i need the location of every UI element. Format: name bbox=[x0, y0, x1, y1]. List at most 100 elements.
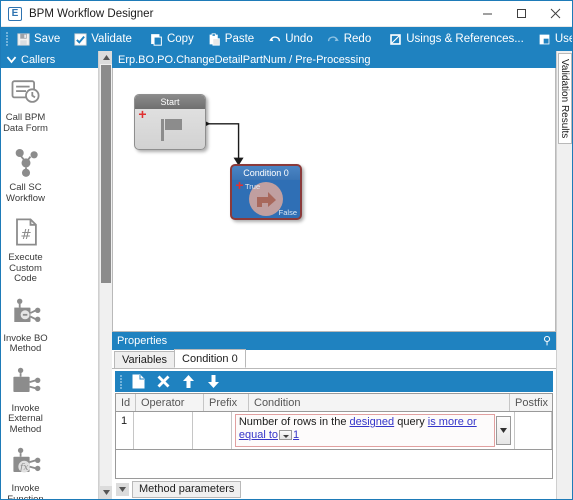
condition-link-value[interactable]: 1 bbox=[293, 429, 299, 441]
designer-center: Erp.BO.PO.ChangeDetailPartNum / Pre-Proc… bbox=[112, 51, 556, 499]
properties-tabs: Variables Condition 0 bbox=[112, 349, 556, 369]
properties-toolbar bbox=[115, 371, 553, 392]
svg-text:#: # bbox=[20, 227, 31, 243]
chevron-down-icon bbox=[6, 56, 17, 64]
palette-group-callers-body: Call BPM Data Form Call SC Workflow # Ex… bbox=[1, 68, 98, 499]
cell-condition-editor[interactable]: Number of rows in the designed query is … bbox=[232, 412, 516, 449]
palette-item-call-sc-workflow[interactable]: Call SC Workflow bbox=[1, 138, 50, 208]
scroll-down-icon[interactable] bbox=[116, 482, 129, 496]
node-add-badge[interactable]: + bbox=[137, 107, 148, 121]
pin-icon[interactable]: ⚲ bbox=[543, 335, 551, 347]
validate-label: Validate bbox=[91, 33, 132, 45]
grid-empty-area bbox=[116, 450, 552, 478]
node-add-badge[interactable]: + bbox=[234, 178, 245, 192]
scroll-up-arrow-icon[interactable] bbox=[100, 51, 112, 64]
validation-results-strip: Validation Results bbox=[556, 51, 572, 499]
scroll-down-arrow-icon[interactable] bbox=[100, 486, 112, 499]
palette-item-call-bpm-data-form[interactable]: Call BPM Data Form bbox=[1, 68, 50, 138]
condition-text-2: query bbox=[394, 416, 428, 428]
custom-code-icon: # bbox=[15, 218, 37, 246]
tab-condition-0[interactable]: Condition 0 bbox=[174, 349, 246, 368]
undo-button[interactable]: Undo bbox=[261, 27, 320, 51]
cell-prefix[interactable] bbox=[193, 412, 232, 449]
condition-operator-dropdown-icon[interactable] bbox=[279, 430, 292, 441]
tab-method-parameters-label: Method parameters bbox=[139, 483, 235, 495]
node-condition-0[interactable]: Condition 0 + True False bbox=[230, 164, 302, 220]
copy-button[interactable]: Copy bbox=[143, 27, 201, 51]
paste-icon bbox=[209, 32, 220, 46]
copy-icon bbox=[151, 33, 162, 46]
move-up-icon bbox=[183, 375, 194, 388]
palette-item-label: Invoke External Method bbox=[8, 402, 43, 435]
save-label: Save bbox=[34, 33, 61, 45]
new-row-button[interactable] bbox=[126, 371, 151, 392]
palette-item-label: Call BPM Data Form bbox=[3, 112, 48, 134]
condition-expression[interactable]: Number of rows in the designed query is … bbox=[234, 414, 496, 447]
column-header-id[interactable]: Id bbox=[116, 394, 136, 411]
delete-row-button[interactable] bbox=[151, 371, 176, 392]
workflow-canvas[interactable]: Start + Condition 0 + True False bbox=[112, 68, 556, 332]
cell-id: 1 bbox=[116, 412, 134, 449]
palette-item-label: Call SC Workflow bbox=[6, 182, 45, 204]
tab-validation-results[interactable]: Validation Results bbox=[557, 53, 572, 145]
use-extensions-button[interactable]: Use extensions bbox=[531, 27, 572, 51]
cell-operator[interactable] bbox=[134, 412, 193, 449]
window-title: BPM Workflow Designer bbox=[29, 7, 154, 20]
palette-scrollbar[interactable] bbox=[99, 51, 112, 499]
palette-item-invoke-function[interactable]: fx Invoke Function bbox=[1, 439, 50, 499]
column-header-operator[interactable]: Operator bbox=[136, 394, 204, 411]
condition-link-designed[interactable]: designed bbox=[350, 416, 395, 428]
redo-button[interactable]: Redo bbox=[320, 27, 379, 51]
grid-header-row: Id Operator Prefix Condition Postfix bbox=[116, 394, 552, 412]
usings-references-label: Usings & References... bbox=[406, 33, 524, 45]
palette-item-label: Invoke Function bbox=[7, 483, 44, 499]
tab-variables-label: Variables bbox=[122, 354, 168, 366]
undo-label: Undo bbox=[285, 33, 313, 45]
palette-item-invoke-external-method[interactable]: Invoke External Method bbox=[1, 359, 50, 440]
bpm-workflow-designer-window: E BPM Workflow Designer Save Validate Co… bbox=[0, 0, 573, 500]
app-logo-icon: E bbox=[8, 6, 22, 21]
palette-item-invoke-bo-method[interactable]: Invoke BO Method bbox=[1, 289, 50, 359]
palette-group-callers-label: Callers bbox=[21, 53, 56, 66]
column-header-prefix[interactable]: Prefix bbox=[204, 394, 249, 411]
tab-method-parameters[interactable]: Method parameters bbox=[132, 480, 242, 498]
node-start-body: + bbox=[135, 107, 205, 149]
minimize-icon[interactable] bbox=[470, 1, 504, 27]
table-row[interactable]: 1 Number of rows in the designed query i… bbox=[116, 412, 552, 450]
paste-button[interactable]: Paste bbox=[201, 27, 261, 51]
invoke-bo-method-icon bbox=[13, 298, 40, 322]
workflow-nodes-icon bbox=[15, 148, 38, 177]
cell-postfix[interactable] bbox=[515, 412, 552, 449]
data-form-icon bbox=[11, 80, 39, 103]
tab-validation-results-label: Validation Results bbox=[559, 59, 570, 139]
branch-true-label: True bbox=[245, 182, 261, 191]
chevron-down-icon bbox=[500, 428, 508, 433]
properties-toolbar-grip[interactable] bbox=[118, 374, 124, 390]
toolbar-grip[interactable] bbox=[4, 31, 8, 47]
move-up-button[interactable] bbox=[176, 371, 201, 392]
node-start[interactable]: Start + bbox=[134, 94, 206, 150]
palette-item-execute-custom-code[interactable]: # Execute Custom Code bbox=[1, 208, 50, 289]
tab-condition-0-label: Condition 0 bbox=[182, 352, 238, 365]
usings-references-icon bbox=[390, 33, 401, 45]
save-button[interactable]: Save bbox=[10, 27, 67, 51]
paste-label: Paste bbox=[224, 33, 255, 45]
validate-button[interactable]: Validate bbox=[67, 27, 139, 51]
properties-title: Properties bbox=[117, 335, 168, 347]
palette-group-callers[interactable]: Callers bbox=[1, 51, 98, 68]
usings-references-button[interactable]: Usings & References... bbox=[382, 27, 531, 51]
move-down-button[interactable] bbox=[201, 371, 226, 392]
column-header-postfix[interactable]: Postfix bbox=[510, 394, 552, 411]
maximize-icon[interactable] bbox=[504, 1, 538, 27]
use-extensions-icon bbox=[539, 34, 550, 44]
tab-variables[interactable]: Variables bbox=[114, 351, 176, 368]
palette-item-label: Invoke BO Method bbox=[3, 332, 48, 354]
branch-false-label: False bbox=[278, 208, 297, 217]
invoke-external-method-icon bbox=[12, 367, 40, 392]
close-icon[interactable] bbox=[538, 1, 572, 27]
copy-label: Copy bbox=[166, 33, 194, 45]
condition-dropdown-button[interactable] bbox=[496, 416, 512, 445]
column-header-condition[interactable]: Condition bbox=[249, 394, 510, 411]
palette-scrollbar-thumb[interactable] bbox=[101, 65, 111, 283]
node-condition-body: + True False bbox=[232, 178, 300, 218]
